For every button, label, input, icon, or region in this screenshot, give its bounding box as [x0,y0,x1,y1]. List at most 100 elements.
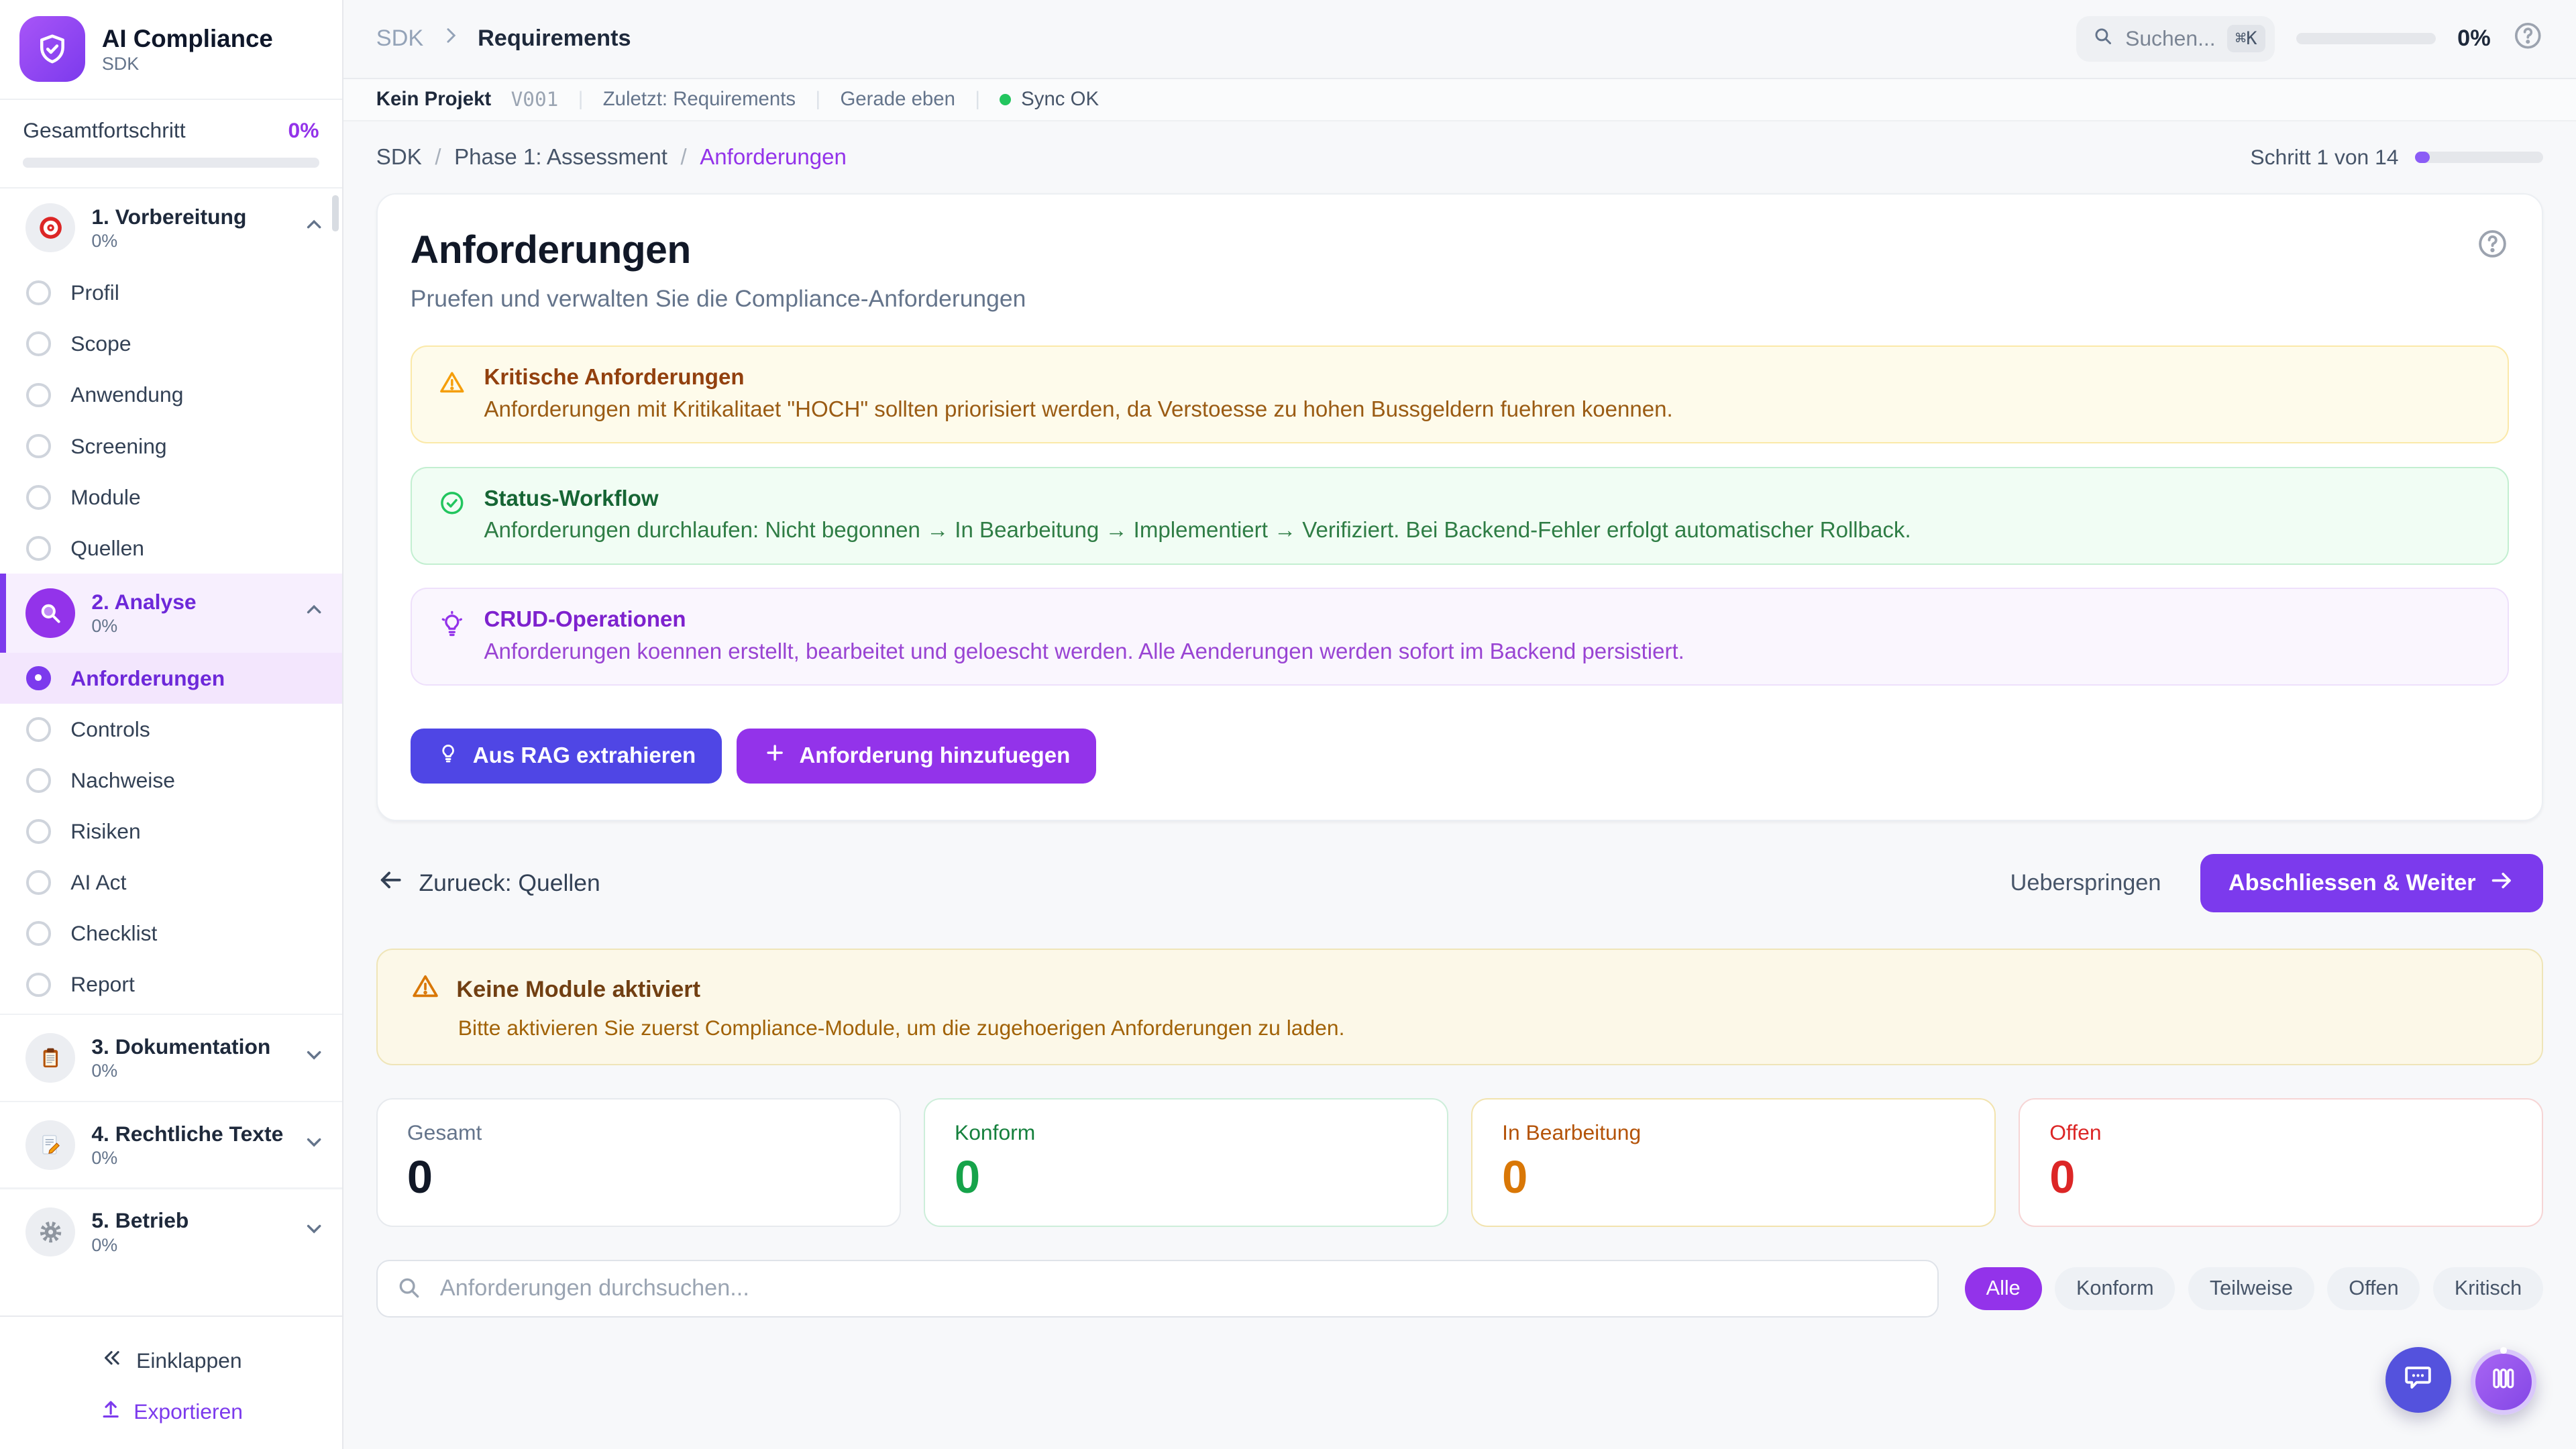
target-icon [25,203,74,252]
filter-pill-konform[interactable]: Konform [2055,1267,2175,1310]
filter-pill-teilweise[interactable]: Teilweise [2188,1267,2314,1310]
page-subtitle: Pruefen und verwalten Sie die Compliance… [411,285,2509,313]
chevron-up-icon [303,598,325,628]
section-progress: 0% [91,231,286,252]
breadcrumb-sdk[interactable]: SDK [376,25,423,52]
add-requirement-button[interactable]: Anforderung hinzufuegen [737,729,1096,784]
help-icon[interactable] [2512,20,2544,58]
sidebar-item-risiken[interactable]: Risiken [0,806,342,857]
sidebar-footer: Einklappen Exportieren [0,1316,342,1449]
sidebar-item-quellen[interactable]: Quellen [0,523,342,574]
overall-progress-bar [23,158,319,168]
divider [0,1101,342,1102]
arrow-right-icon [2489,867,2515,900]
sidebar-section-vorbereitung[interactable]: 1. Vorbereitung 0% [0,189,342,268]
stat-card-offen: Offen 0 [2019,1098,2543,1227]
chat-bubble-icon [2402,1360,2434,1400]
sidebar-item-controls[interactable]: Controls [0,704,342,755]
chevron-down-icon [303,1130,325,1160]
lightbulb-icon [437,741,460,770]
double-chevron-left-icon [100,1346,123,1375]
app-title: AI Compliance [102,24,273,54]
upload-icon [99,1397,122,1426]
columns-icon [2489,1364,2518,1399]
filter-row: Alle Konform Teilweise Offen Kritisch [376,1260,2543,1318]
chevron-up-icon [303,213,325,243]
sidebar: AI Compliance SDK Gesamtfortschritt 0% 1… [0,0,343,1449]
filter-pill-offen[interactable]: Offen [2327,1267,2420,1310]
back-to-quellen-button[interactable]: Zurueck: Quellen [376,866,600,900]
step-circle-icon [26,485,51,510]
last-visited: Zuletzt: Requirements [603,88,796,111]
divider [0,1014,342,1015]
sidebar-item-anforderungen[interactable]: Anforderungen [0,653,342,704]
phase-crumb-sdk[interactable]: SDK [376,145,422,170]
sidebar-section-betrieb[interactable]: 5. Betrieb 0% [0,1193,342,1272]
section-label: 4. Rechtliche Texte [91,1122,286,1146]
warning-body: Bitte aktivieren Sie zuerst Compliance-M… [458,1016,2509,1040]
sidebar-section-rechtliche-texte[interactable]: 4. Rechtliche Texte 0% [0,1106,342,1185]
page-title: Anforderungen [411,227,691,272]
page-nav: SDK / Phase 1: Assessment / Anforderunge… [343,121,2576,190]
app-subtitle: SDK [102,54,273,74]
extract-from-rag-button[interactable]: Aus RAG extrahieren [411,729,722,784]
sidebar-item-scope[interactable]: Scope [0,319,342,370]
kanban-fab-button[interactable] [2471,1349,2536,1415]
search-placeholder: Suchen... [2125,26,2215,51]
memo-pencil-icon [25,1120,74,1169]
check-circle-icon [438,489,466,524]
skip-button[interactable]: Ueberspringen [2010,870,2161,896]
breadcrumb-current: Requirements [478,25,631,52]
card-help-icon[interactable] [2476,227,2509,267]
step-circle-icon [26,536,51,561]
sidebar-item-ai-act[interactable]: AI Act [0,857,342,908]
sidebar-item-nachweise[interactable]: Nachweise [0,755,342,806]
step-circle-icon [26,434,51,459]
step-circle-icon [26,870,51,895]
last-saved-time: Gerade eben [840,88,955,111]
global-search-button[interactable]: Suchen... ⌘K [2076,16,2275,62]
step-label: Schritt 1 von 14 [2250,145,2398,170]
header-progress-bar [2296,33,2436,44]
overall-progress-value: 0% [288,118,319,143]
sidebar-scrollbar[interactable] [332,195,339,231]
sidebar-item-report[interactable]: Report [0,959,342,1010]
status-bar: Kein Projekt V001 | Zuletzt: Requirement… [343,79,2576,122]
chevron-down-icon [303,1217,325,1246]
requirements-search-input[interactable] [376,1260,1939,1318]
clipboard-icon [25,1033,74,1082]
step-circle-icon [26,819,51,844]
step-progress-bar [2415,152,2543,163]
gear-icon [25,1208,74,1256]
sidebar-item-profil[interactable]: Profil [0,267,342,318]
collapse-sidebar-button[interactable]: Einklappen [0,1336,342,1385]
status-workflow-note: Status-Workflow Anforderungen durchlaufe… [411,467,2509,565]
section-label: 1. Vorbereitung [91,205,286,229]
export-button[interactable]: Exportieren [0,1385,342,1426]
step-circle-icon [26,921,51,946]
step-circle-icon [26,331,51,356]
finish-and-next-button[interactable]: Abschliessen & Weiter [2200,854,2543,912]
sync-status: Sync OK [1000,88,1099,111]
app-root: AI Compliance SDK Gesamtfortschritt 0% 1… [0,0,2576,1449]
filter-pill-kritisch[interactable]: Kritisch [2433,1267,2543,1310]
chat-fab-button[interactable] [2385,1347,2451,1413]
stat-card-konform: Konform 0 [924,1098,1448,1227]
plus-icon [763,741,786,770]
version-badge: V001 [511,88,559,111]
sidebar-item-checklist[interactable]: Checklist [0,908,342,959]
requirements-card: Anforderungen Pruefen und verwalten Sie … [376,193,2543,821]
phase-crumb-phase1[interactable]: Phase 1: Assessment [454,145,667,170]
sidebar-section-analyse[interactable]: 2. Analyse 0% [0,574,342,653]
stats-row: Gesamt 0 Konform 0 In Bearbeitung 0 Offe… [376,1098,2543,1227]
filter-pill-alle[interactable]: Alle [1965,1267,2042,1310]
phase-breadcrumb: SDK / Phase 1: Assessment / Anforderunge… [376,145,847,170]
sidebar-item-module[interactable]: Module [0,472,342,523]
sidebar-item-anwendung[interactable]: Anwendung [0,370,342,421]
app-brand: AI Compliance SDK [0,0,342,100]
warning-title: Keine Module aktiviert [456,977,700,1003]
sidebar-item-screening[interactable]: Screening [0,421,342,472]
sidebar-section-dokumentation[interactable]: 3. Dokumentation 0% [0,1018,342,1097]
section-progress: 0% [91,1148,286,1169]
project-name: Kein Projekt [376,88,491,111]
